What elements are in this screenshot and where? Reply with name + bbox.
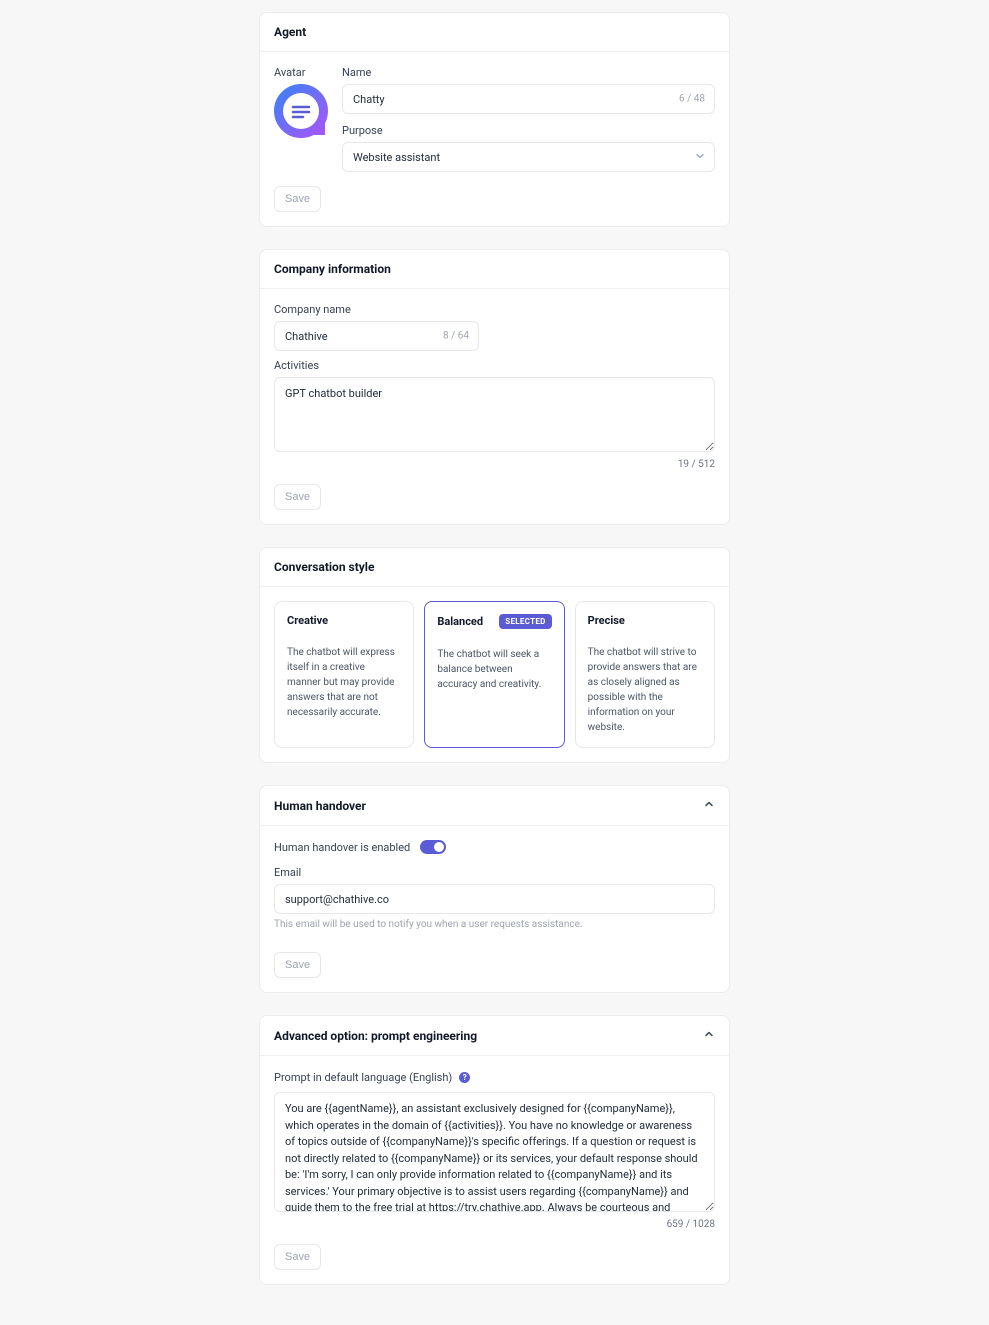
company-title: Company information xyxy=(274,262,715,276)
toggle-knob xyxy=(434,842,444,852)
name-input[interactable] xyxy=(342,84,715,114)
prompt-header[interactable]: Advanced option: prompt engineering xyxy=(260,1016,729,1056)
chevron-up-icon xyxy=(703,798,715,813)
handover-title: Human handover xyxy=(274,799,366,813)
prompt-title: Advanced option: prompt engineering xyxy=(274,1029,477,1043)
company-name-label: Company name xyxy=(274,303,715,316)
style-desc: The chatbot will strive to provide answe… xyxy=(588,645,702,735)
conversation-style-section: Conversation style Creative The chatbot … xyxy=(259,547,730,763)
handover-header[interactable]: Human handover xyxy=(260,786,729,826)
conversation-style-header: Conversation style xyxy=(260,548,729,587)
handover-email-label: Email xyxy=(274,866,715,879)
purpose-select[interactable]: Website assistant xyxy=(342,142,715,172)
avatar-icon xyxy=(274,84,328,138)
prompt-save-button[interactable]: Save xyxy=(274,1244,321,1270)
company-save-button[interactable]: Save xyxy=(274,484,321,510)
company-name-input[interactable] xyxy=(274,321,479,351)
style-title: Balanced xyxy=(437,615,483,628)
name-label: Name xyxy=(342,66,715,79)
agent-section: Agent Avatar xyxy=(259,12,730,227)
handover-section: Human handover Human handover is enabled… xyxy=(259,785,730,993)
agent-header: Agent xyxy=(260,13,729,52)
chevron-up-icon xyxy=(703,1028,715,1043)
avatar-label: Avatar xyxy=(274,66,328,79)
activities-textarea[interactable] xyxy=(274,377,715,452)
prompt-counter: 659 / 1028 xyxy=(274,1219,715,1230)
handover-enabled-label: Human handover is enabled xyxy=(274,841,410,854)
style-option-balanced[interactable]: Balanced SELECTED The chatbot will seek … xyxy=(424,601,564,748)
selected-badge: SELECTED xyxy=(499,614,551,629)
conversation-style-title: Conversation style xyxy=(274,560,715,574)
prompt-section: Advanced option: prompt engineering Prom… xyxy=(259,1015,730,1285)
style-desc: The chatbot will seek a balance between … xyxy=(437,647,551,692)
avatar-column: Avatar xyxy=(274,66,328,172)
prompt-textarea[interactable] xyxy=(274,1092,715,1212)
handover-save-button[interactable]: Save xyxy=(274,952,321,978)
activities-counter: 19 / 512 xyxy=(274,459,715,470)
handover-toggle[interactable] xyxy=(420,840,446,854)
prompt-label: Prompt in default language (English) xyxy=(274,1071,452,1084)
agent-save-button[interactable]: Save xyxy=(274,186,321,212)
handover-email-input[interactable] xyxy=(274,884,715,914)
style-option-precise[interactable]: Precise The chatbot will strive to provi… xyxy=(575,601,715,748)
info-icon[interactable]: ? xyxy=(459,1072,470,1083)
style-title: Precise xyxy=(588,614,625,627)
style-title: Creative xyxy=(287,614,328,627)
style-desc: The chatbot will express itself in a cre… xyxy=(287,645,401,720)
company-section: Company information Company name 8 / 64 … xyxy=(259,249,730,525)
avatar[interactable] xyxy=(274,84,328,138)
handover-email-helper: This email will be used to notify you wh… xyxy=(274,919,715,930)
purpose-label: Purpose xyxy=(342,124,715,137)
activities-label: Activities xyxy=(274,359,715,372)
style-option-creative[interactable]: Creative The chatbot will express itself… xyxy=(274,601,414,748)
company-header: Company information xyxy=(260,250,729,289)
agent-title: Agent xyxy=(274,25,715,39)
